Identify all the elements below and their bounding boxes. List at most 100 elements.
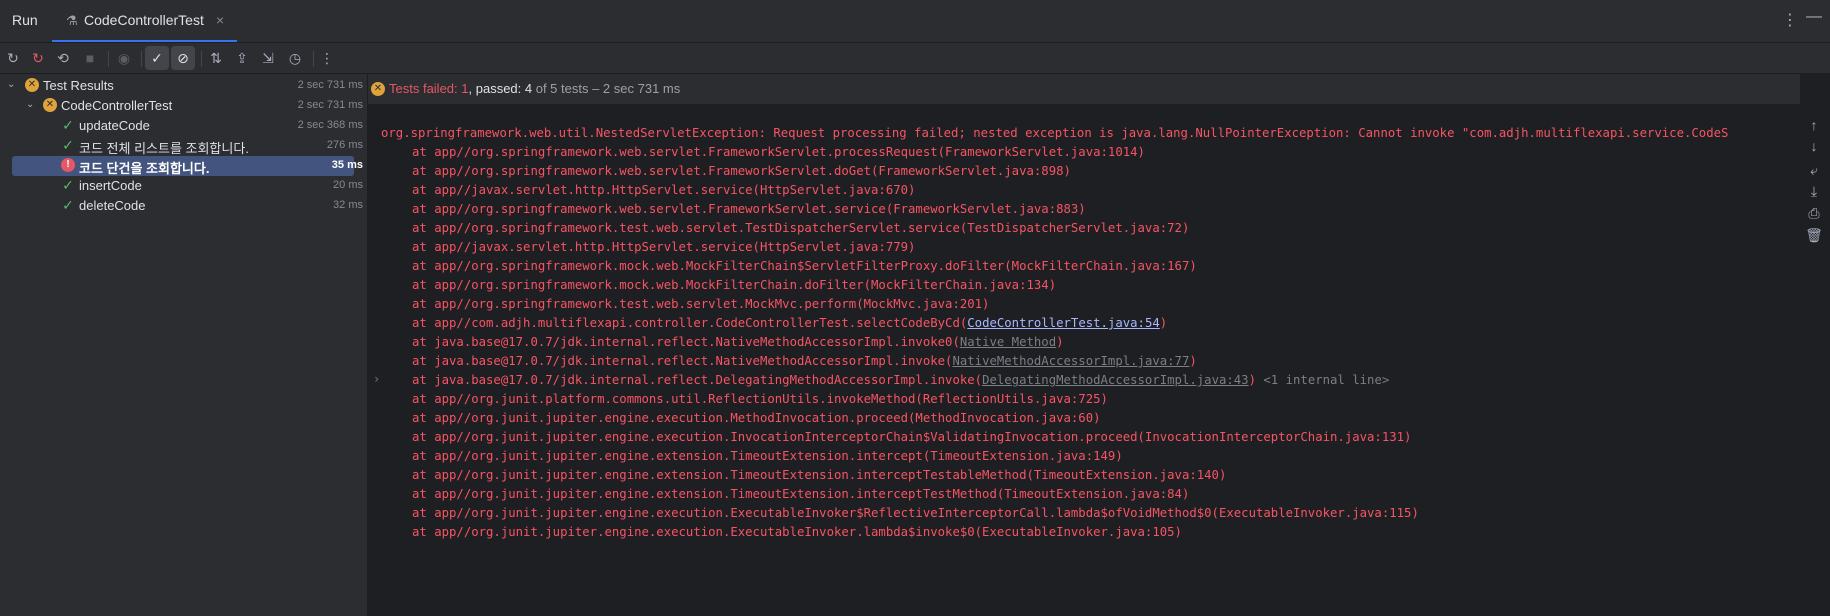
- sort-icon[interactable]: ⇅: [204, 46, 228, 70]
- warning-icon: ✕: [43, 98, 57, 112]
- rerun-failed-icon[interactable]: ↻: [26, 46, 50, 70]
- import-tests-icon[interactable]: ⇪: [230, 46, 254, 70]
- test-run-icon: ⚗: [66, 13, 78, 28]
- tree-item-code-controller-test[interactable]: ⌄ ✕ CodeControllerTest 2 sec 731 ms: [0, 96, 367, 116]
- stack-frame-suffix: ): [1189, 354, 1197, 368]
- run-toolbar: ↻ ↻ ⟲ ■ ◉ ✓ ⊘ ⇅ ⇪ ⇲ ◷ ⋮: [0, 43, 1830, 73]
- up-stack-icon[interactable]: ↑: [1802, 114, 1826, 136]
- clear-icon[interactable]: 🗑: [1802, 224, 1826, 246]
- test-summary: Tests failed: 1, passed: 4 of 5 tests – …: [389, 81, 680, 96]
- check-icon: ✓: [62, 137, 74, 153]
- total-summary: of 5 tests – 2 sec 731 ms: [532, 81, 681, 96]
- down-stack-icon[interactable]: ↓: [1802, 135, 1826, 157]
- stack-frame-text: at app//org.springframework.mock.web.Moc…: [412, 259, 1197, 273]
- stack-frame-text: at app//org.junit.jupiter.engine.extensi…: [412, 468, 1227, 482]
- export-tests-icon[interactable]: ⇲: [256, 46, 280, 70]
- tree-item-insert-code[interactable]: ✓ insertCode 20 ms: [0, 176, 367, 196]
- stack-frame-text: at app//org.springframework.web.servlet.…: [412, 145, 1145, 159]
- duration: 2 sec 731 ms: [297, 79, 363, 91]
- tree-item-delete-code[interactable]: ✓ deleteCode 32 ms: [0, 196, 367, 216]
- toolbar-separator: [313, 51, 314, 67]
- tool-window-header: Run ⚗ CodeControllerTest × ⋮ —: [0, 0, 1830, 43]
- stack-frame-text: at app//org.junit.jupiter.engine.extensi…: [412, 449, 1123, 463]
- check-icon: ✓: [62, 197, 74, 213]
- stack-frame-text: at app//org.springframework.web.servlet.…: [412, 202, 1086, 216]
- stack-frame-suffix: ): [1056, 335, 1064, 349]
- stack-frame-text: at app//org.junit.jupiter.engine.executi…: [412, 506, 1419, 520]
- stack-frame-line: at app//org.junit.jupiter.engine.executi…: [412, 521, 1182, 543]
- error-icon: !: [61, 158, 75, 172]
- stack-frame-suffix: ): [1159, 316, 1168, 330]
- tree-item-test-results[interactable]: ⌄ ✕ Test Results 2 sec 731 ms: [0, 76, 367, 96]
- console-output[interactable]: org.springframework.web.util.NestedServl…: [368, 104, 1798, 616]
- stop-icon[interactable]: ■: [78, 46, 102, 70]
- library-source-link[interactable]: Native Method: [960, 335, 1056, 349]
- toolbar-separator: [108, 51, 109, 67]
- duration: 276 ms: [326, 139, 363, 151]
- stack-frame-text: at java.base@17.0.7/jdk.internal.reflect…: [412, 373, 983, 387]
- passed-count: passed: 4: [475, 81, 533, 96]
- source-link[interactable]: CodeControllerTest.java:54: [967, 316, 1160, 330]
- test-status-bar: ✕ Tests failed: 1, passed: 4 of 5 tests …: [368, 74, 1800, 104]
- close-icon[interactable]: ×: [216, 12, 224, 28]
- duration: 32 ms: [333, 199, 363, 211]
- stack-frame-text: at java.base@17.0.7/jdk.internal.reflect…: [412, 335, 960, 349]
- chevron-down-icon[interactable]: ⌄: [26, 99, 34, 110]
- library-source-link[interactable]: NativeMethodAccessorImpl.java:77: [952, 354, 1189, 368]
- tree-item-label: CodeControllerTest: [61, 98, 173, 113]
- stack-frame-text: at app//org.junit.jupiter.engine.executi…: [412, 411, 1101, 425]
- warning-icon: ✕: [25, 78, 39, 92]
- stack-frame-suffix: ): [1248, 373, 1256, 387]
- tree-item-label: Test Results: [43, 78, 114, 93]
- show-ignored-icon[interactable]: ◉: [112, 46, 136, 70]
- soft-wrap-icon[interactable]: ⤶: [1802, 159, 1826, 181]
- tree-item-select-code-by-cd[interactable]: ! 코드 단건을 조회합니다. 35 ms: [0, 156, 367, 176]
- stack-frame-text: at app//org.springframework.mock.web.Moc…: [412, 278, 1057, 292]
- check-icon: ✓: [62, 117, 74, 133]
- expand-fold-icon[interactable]: ›: [373, 372, 380, 386]
- tab-code-controller-test[interactable]: ⚗ CodeControllerTest ×: [52, 0, 237, 42]
- chevron-down-icon[interactable]: ⌄: [7, 79, 15, 90]
- toggle-auto-test-icon[interactable]: ⟲: [51, 46, 75, 70]
- tree-item-label: insertCode: [79, 178, 142, 193]
- stack-frame-text: at app//javax.servlet.http.HttpServlet.s…: [412, 183, 916, 197]
- stack-frame-text: at app//javax.servlet.http.HttpServlet.s…: [412, 240, 916, 254]
- console-panel: ✕ Tests failed: 1, passed: 4 of 5 tests …: [368, 74, 1830, 616]
- duration: 20 ms: [333, 179, 363, 191]
- stack-frame-text: at app//org.junit.jupiter.engine.executi…: [412, 525, 1182, 539]
- stack-frame-text: at app//com.adjh.multiflexapi.controller…: [412, 316, 968, 330]
- scroll-to-end-icon[interactable]: ⤓: [1802, 180, 1826, 202]
- tree-item-label: updateCode: [79, 118, 150, 133]
- library-source-link[interactable]: DelegatingMethodAccessorImpl.java:43: [982, 373, 1249, 387]
- tool-window-title: Run: [12, 12, 38, 28]
- console-side-toolbar: ↑ ↓ ⤶ ⤓ ⎙ 🗑: [1798, 104, 1830, 616]
- toolbar-separator: [141, 51, 142, 67]
- duration: 2 sec 731 ms: [297, 99, 363, 111]
- stack-frame-text: at app//org.springframework.test.web.ser…: [412, 221, 1190, 235]
- failed-count: Tests failed: 1: [389, 81, 469, 96]
- more-icon[interactable]: ⋮: [315, 46, 339, 70]
- toolbar-separator: [201, 51, 202, 67]
- test-tree-panel: ⌄ ✕ Test Results 2 sec 731 ms ⌄ ✕ CodeCo…: [0, 74, 367, 616]
- tree-item-label: 코드 전체 리스트를 조회합니다.: [79, 141, 249, 156]
- tree-item-label: 코드 단건을 조회합니다.: [79, 161, 210, 176]
- tree-item-update-code[interactable]: ✓ updateCode 2 sec 368 ms: [0, 116, 367, 136]
- stack-frame-text: at app//org.junit.platform.commons.util.…: [412, 392, 1108, 406]
- tree-item-select-all-codes[interactable]: ✓ 코드 전체 리스트를 조회합니다. 276 ms: [0, 136, 367, 156]
- minimize-icon[interactable]: —: [1806, 8, 1822, 26]
- check-icon: ✓: [62, 177, 74, 193]
- tree-item-label: deleteCode: [79, 198, 146, 213]
- tab-title: CodeControllerTest: [84, 12, 204, 28]
- stack-frame-text: at java.base@17.0.7/jdk.internal.reflect…: [412, 354, 953, 368]
- history-icon[interactable]: ◷: [283, 46, 307, 70]
- summary-separator: ,: [468, 81, 476, 96]
- rerun-icon[interactable]: ↻: [1, 46, 25, 70]
- duration: 35 ms: [331, 159, 363, 171]
- show-passed-icon[interactable]: ✓: [145, 46, 169, 70]
- internal-lines-fold[interactable]: <1 internal line>: [1256, 373, 1389, 387]
- show-ignored-tests-icon[interactable]: ⊘: [171, 46, 195, 70]
- stack-frame-text: at app//org.springframework.test.web.ser…: [412, 297, 990, 311]
- stack-frame-text: at app//org.junit.jupiter.engine.extensi…: [412, 487, 1190, 501]
- print-icon[interactable]: ⎙: [1802, 202, 1826, 224]
- more-options-icon[interactable]: ⋮: [1782, 10, 1798, 30]
